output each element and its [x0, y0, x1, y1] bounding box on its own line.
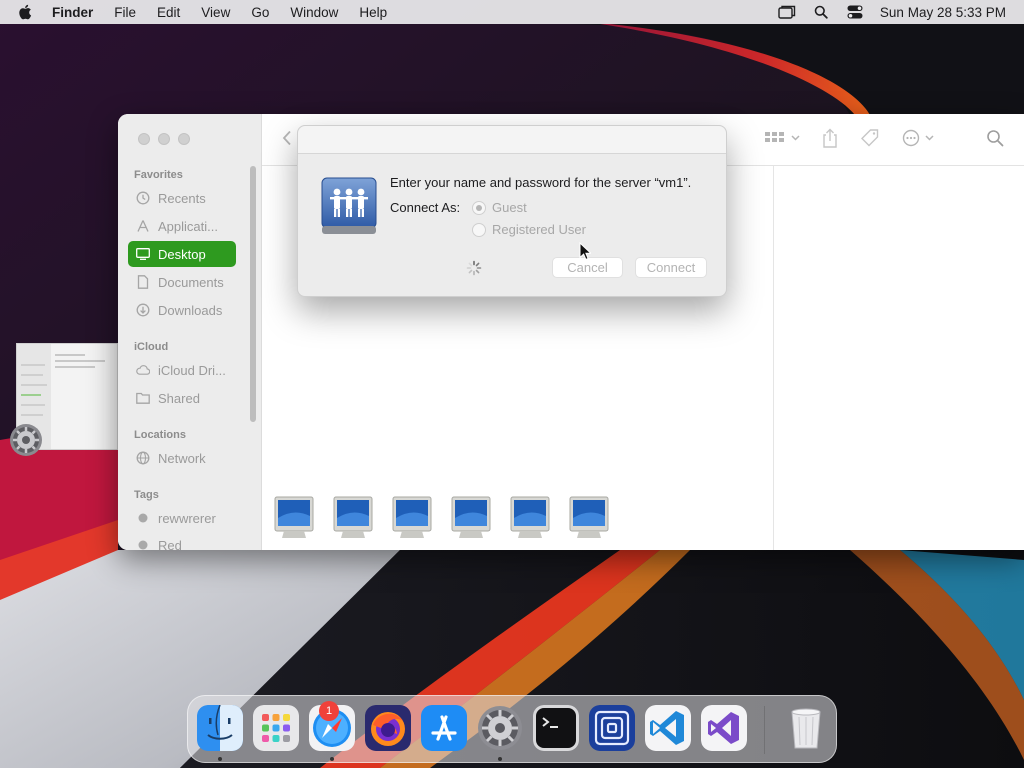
- radio-button-selected[interactable]: [472, 200, 486, 215]
- applications-icon: [136, 219, 150, 233]
- sidebar-section-locations: Locations: [134, 429, 186, 441]
- dock-vscode-icon[interactable]: [645, 705, 691, 751]
- sidebar-item-applications[interactable]: Applicati...: [128, 213, 236, 239]
- dock-screen-sharing-icon[interactable]: [589, 705, 635, 751]
- sidebar-section-tags: Tags: [134, 489, 159, 501]
- globe-icon: [136, 451, 150, 465]
- screenshot-file-icon[interactable]: [274, 496, 314, 540]
- notification-badge: 1: [319, 701, 339, 721]
- sidebar-item-recents[interactable]: Recents: [128, 185, 236, 211]
- running-indicator: [330, 757, 334, 761]
- sidebar-section-favorites: Favorites: [134, 169, 183, 181]
- connect-button[interactable]: Connect: [635, 257, 707, 278]
- menu-edit[interactable]: Edit: [157, 5, 180, 20]
- sidebar-item-label: Recents: [158, 190, 206, 206]
- running-indicator: [218, 757, 222, 761]
- zoom-window-button[interactable]: [178, 133, 190, 145]
- dock-launchpad-icon[interactable]: [253, 705, 299, 751]
- minimize-window-button[interactable]: [158, 133, 170, 145]
- menu-app-finder[interactable]: Finder: [52, 5, 93, 20]
- registered-user-radio[interactable]: Registered User: [472, 222, 586, 237]
- finder-sidebar: Favorites Recents Applicati... Desktop D…: [118, 114, 262, 550]
- sidebar-item-tag-rewwrerer[interactable]: rewwrerer: [128, 505, 236, 531]
- menu-go[interactable]: Go: [251, 5, 269, 20]
- menu-window[interactable]: Window: [290, 5, 338, 20]
- document-icon: [136, 275, 150, 289]
- sidebar-item-label: rewwrerer: [158, 510, 216, 526]
- server-login-dialog: Enter your name and password for the ser…: [297, 125, 727, 297]
- apple-menu-icon[interactable]: [18, 3, 34, 21]
- guest-radio[interactable]: Guest: [472, 200, 527, 215]
- tag-dot-icon: [136, 538, 150, 550]
- sidebar-item-label: iCloud Dri...: [158, 362, 226, 378]
- sidebar-section-icloud: iCloud: [134, 341, 169, 353]
- sidebar-item-desktop[interactable]: Desktop: [128, 241, 236, 267]
- sidebar-item-shared[interactable]: Shared: [128, 385, 236, 411]
- registered-user-radio-label: Registered User: [492, 222, 586, 237]
- sidebar-item-label: Downloads: [158, 302, 223, 318]
- dock-firefox-icon[interactable]: [365, 705, 411, 751]
- tag-dot-icon: [136, 511, 150, 525]
- share-icon[interactable]: [822, 128, 838, 148]
- sidebar-item-icloud-drive[interactable]: iCloud Dri...: [128, 357, 236, 383]
- menu-help[interactable]: Help: [359, 5, 387, 20]
- sidebar-item-label: Desktop: [158, 246, 206, 262]
- guest-radio-label: Guest: [492, 200, 527, 215]
- dock-visual-studio-icon[interactable]: [701, 705, 747, 751]
- sidebar-item-label: Red: [158, 537, 182, 551]
- search-icon[interactable]: [986, 128, 1004, 148]
- sidebar-scrollbar[interactable]: [250, 166, 256, 422]
- system-preferences-mini-icon[interactable]: [9, 423, 43, 457]
- file-list: [274, 496, 609, 540]
- mouse-pointer-icon: [579, 241, 593, 261]
- menu-file[interactable]: File: [114, 5, 136, 20]
- cloud-icon: [136, 363, 150, 377]
- sidebar-item-downloads[interactable]: Downloads: [128, 297, 236, 323]
- window-controls: [138, 133, 190, 145]
- screenshot-file-icon[interactable]: [569, 496, 609, 540]
- file-server-icon: [320, 176, 378, 236]
- sidebar-item-label: Shared: [158, 390, 200, 406]
- download-icon: [136, 303, 150, 317]
- dock-system-preferences-icon[interactable]: [477, 705, 523, 751]
- sidebar-item-documents[interactable]: Documents: [128, 269, 236, 295]
- screenshot-file-icon[interactable]: [451, 496, 491, 540]
- screenshot-file-icon[interactable]: [333, 496, 373, 540]
- view-options-icon[interactable]: [764, 128, 804, 148]
- sidebar-item-label: Documents: [158, 274, 224, 290]
- dock: [187, 695, 837, 763]
- back-chevron-icon[interactable]: [282, 128, 292, 148]
- dock-app-store-icon[interactable]: [421, 705, 467, 751]
- running-indicator: [498, 757, 502, 761]
- dock-trash-icon[interactable]: [783, 705, 829, 751]
- shared-folder-icon: [136, 391, 150, 405]
- sidebar-item-tag-red[interactable]: Red: [128, 532, 236, 550]
- control-center-icon[interactable]: [844, 3, 866, 21]
- menu-view[interactable]: View: [201, 5, 230, 20]
- more-actions-icon[interactable]: [902, 128, 938, 148]
- dock-terminal-icon[interactable]: [533, 705, 579, 751]
- screen-mirroring-icon[interactable]: [776, 3, 798, 21]
- desktop-icon: [136, 247, 150, 261]
- dock-separator: [764, 706, 765, 754]
- sidebar-item-label: Network: [158, 450, 206, 466]
- close-window-button[interactable]: [138, 133, 150, 145]
- radio-button-unselected[interactable]: [472, 222, 486, 237]
- dialog-prompt: Enter your name and password for the ser…: [390, 175, 692, 190]
- sidebar-item-label: Applicati...: [158, 218, 218, 234]
- clock-icon: [136, 191, 150, 205]
- connect-as-label: Connect As:: [390, 200, 461, 215]
- tag-icon[interactable]: [860, 128, 880, 148]
- menu-bar-clock[interactable]: Sun May 28 5:33 PM: [880, 5, 1006, 20]
- spotlight-search-icon[interactable]: [810, 3, 832, 21]
- sidebar-item-network[interactable]: Network: [128, 445, 236, 471]
- loading-spinner-icon: [466, 260, 482, 276]
- dock-finder-icon[interactable]: [197, 705, 243, 751]
- dialog-titlebar: [298, 126, 726, 154]
- screenshot-file-icon[interactable]: [510, 496, 550, 540]
- screenshot-file-icon[interactable]: [392, 496, 432, 540]
- column-divider: [773, 166, 774, 550]
- menu-bar: Finder File Edit View Go Window Help Sun…: [0, 0, 1024, 24]
